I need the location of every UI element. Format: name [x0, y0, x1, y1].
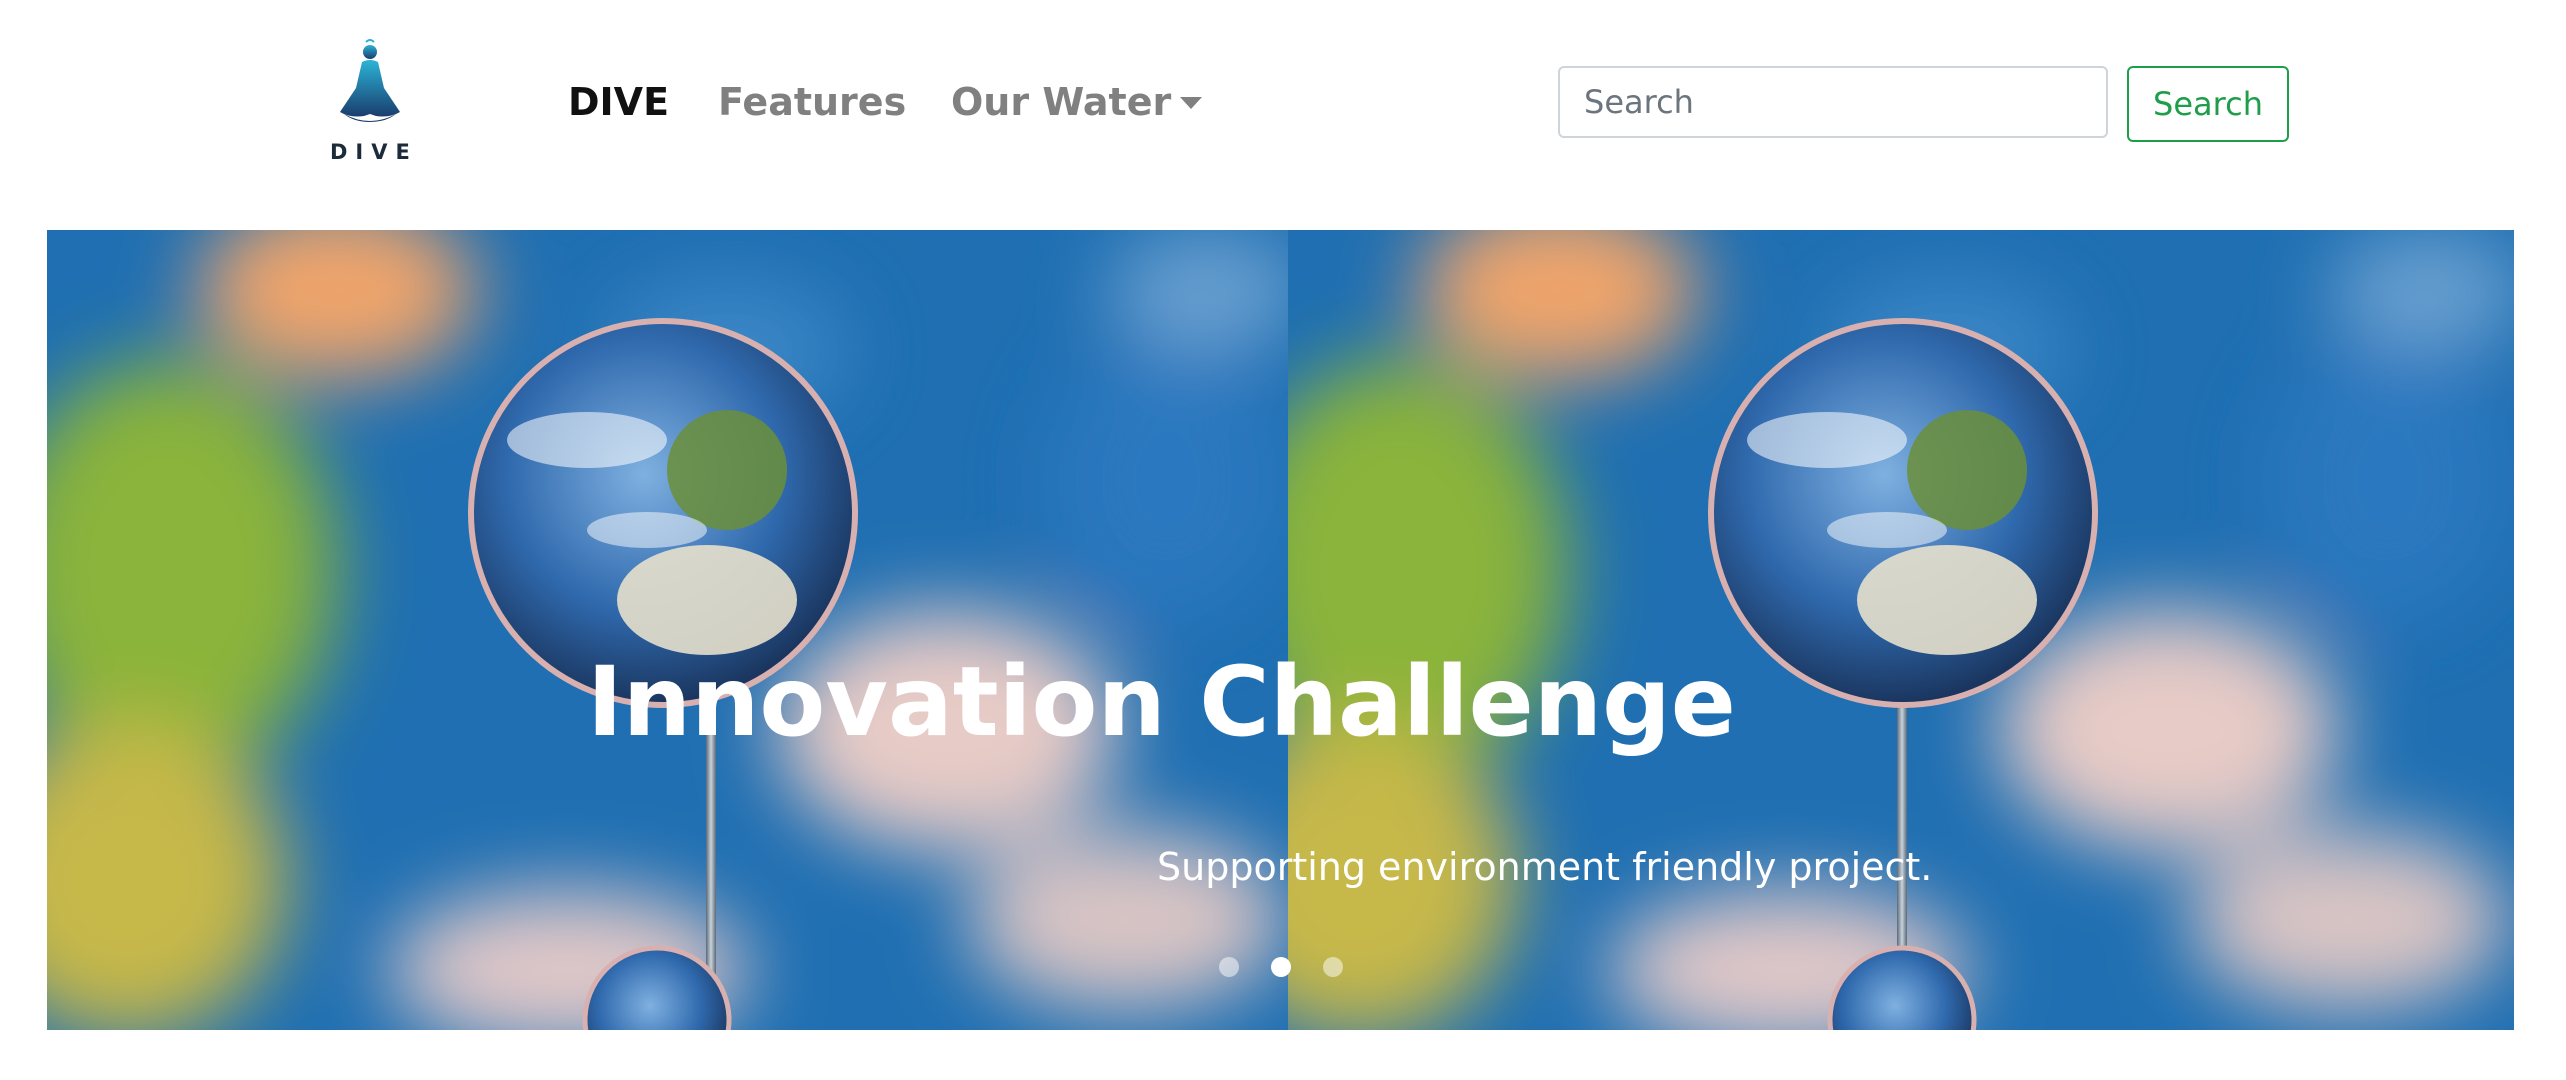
- earth-waterdrop-image-copy: [1288, 230, 2514, 1030]
- nav-brand-link[interactable]: DIVE: [568, 76, 669, 128]
- carousel-indicator-3[interactable]: [1323, 957, 1343, 977]
- nav-features-link[interactable]: Features: [718, 76, 906, 128]
- carousel-indicator-1[interactable]: [1219, 957, 1239, 977]
- nav-our-water-dropdown[interactable]: Our Water: [951, 76, 1171, 128]
- carousel-caption-title: Innovation Challenge: [587, 646, 1736, 758]
- earth-waterdrop-image: [47, 230, 1288, 1030]
- carousel-indicator-2[interactable]: [1271, 957, 1291, 977]
- chevron-down-icon[interactable]: [1180, 97, 1202, 109]
- search-button[interactable]: Search: [2127, 66, 2289, 142]
- search-input[interactable]: [1558, 66, 2108, 138]
- navbar: DIVE DIVE Features Our Water Search: [0, 0, 2566, 230]
- carousel-caption-subtitle: Supporting environment friendly project.: [1157, 845, 1933, 889]
- hero-carousel: Innovation Challenge Supporting environm…: [47, 230, 2514, 1030]
- carousel-slide-image-2: [1288, 230, 2514, 1030]
- carousel-slide-image: [47, 230, 1288, 1030]
- logo-text: DIVE: [330, 140, 418, 164]
